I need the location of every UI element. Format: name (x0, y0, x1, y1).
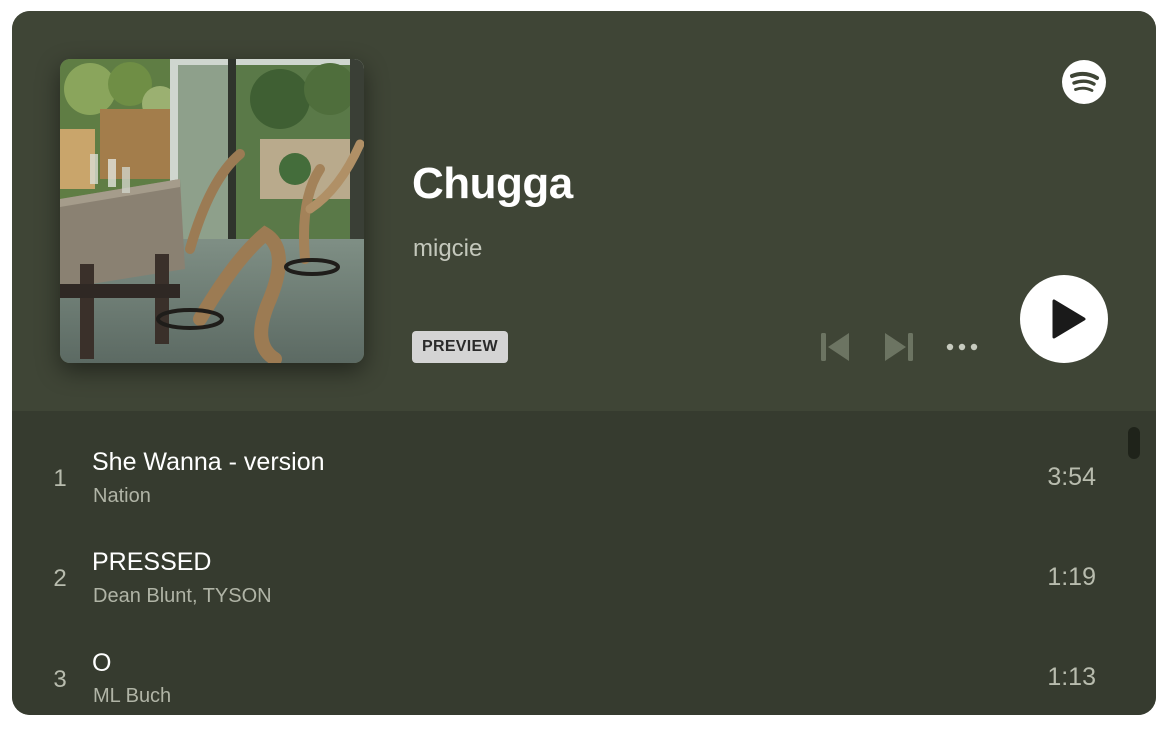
track-number: 3 (53, 666, 67, 693)
track-row[interactable]: 2 PRESSED Dean Blunt, TYSON 1:19 (12, 535, 1122, 625)
album-cover[interactable] (60, 59, 364, 363)
track-row[interactable]: 1 She Wanna - version Nation 3:54 (12, 435, 1122, 525)
preview-badge: PREVIEW (412, 331, 508, 363)
track-duration: 1:19 (1047, 563, 1096, 591)
playlist-title[interactable]: Chugga (412, 159, 573, 209)
track-number: 2 (53, 565, 67, 592)
track-title: O (92, 649, 112, 677)
album-cover-image (60, 59, 364, 363)
next-track-button[interactable] (882, 330, 916, 364)
more-options-icon (946, 343, 978, 351)
track-title: PRESSED (92, 548, 212, 576)
skip-next-icon (885, 333, 913, 361)
track-title: She Wanna - version (92, 448, 325, 476)
track-duration: 1:13 (1047, 663, 1096, 691)
track-duration: 3:54 (1047, 463, 1096, 491)
spotify-embed-player: Chugga migcie PREVIEW 1 She Wanna - vers… (12, 11, 1156, 715)
track-number: 1 (53, 465, 67, 492)
skip-previous-icon (821, 333, 849, 361)
more-options-button[interactable] (944, 334, 980, 360)
track-artist[interactable]: Nation (93, 485, 151, 508)
track-list-scrollbar[interactable] (1128, 427, 1140, 459)
track-artist[interactable]: Dean Blunt, TYSON (93, 585, 272, 608)
spotify-icon[interactable] (1062, 60, 1106, 104)
track-row[interactable]: 3 O ML Buch 1:13 (12, 635, 1122, 715)
track-list: 1 She Wanna - version Nation 3:54 2 PRES… (12, 411, 1156, 715)
previous-track-button[interactable] (818, 330, 852, 364)
track-artist[interactable]: ML Buch (93, 685, 171, 708)
playlist-owner[interactable]: migcie (413, 235, 482, 263)
player-header: Chugga migcie PREVIEW (12, 11, 1156, 411)
play-button[interactable] (1020, 275, 1108, 363)
play-icon (1052, 299, 1086, 339)
